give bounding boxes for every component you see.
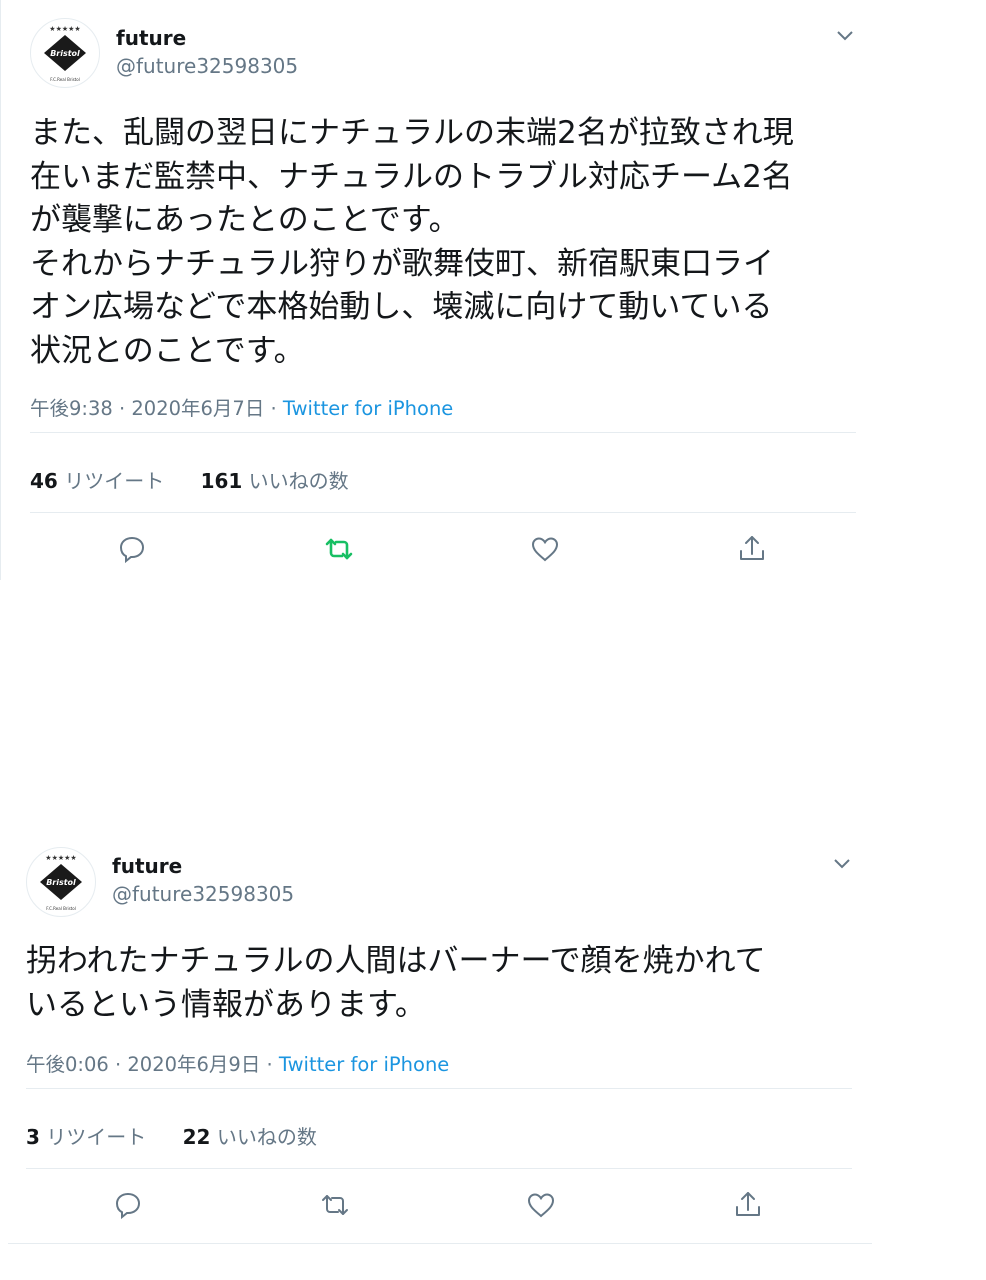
tweet-text: 拐われたナチュラルの人間はバーナーで顔を焼かれて いるという情報があります。 — [26, 943, 766, 1023]
tweet-text: また、乱闘の翌日にナチュラルの末端2名が拉致され現 在いまだ監禁中、ナチュラルの… — [30, 115, 794, 369]
retweet-icon[interactable] — [323, 533, 355, 565]
tweet-stats: 46 リツイート 161 いいねの数 — [30, 465, 379, 494]
avatar[interactable]: ★★★★★ Bristol F.C.Real Bristol — [26, 847, 96, 917]
retweet-count[interactable]: 3 リツイート — [26, 1121, 146, 1150]
tweet-card: ★★★★★ Bristol F.C.Real Bristol future @f… — [0, 0, 881, 580]
author-name[interactable]: future — [112, 854, 182, 878]
divider — [8, 1243, 872, 1244]
divider — [26, 1168, 852, 1169]
avatar[interactable]: ★★★★★ Bristol F.C.Real Bristol — [30, 18, 100, 88]
divider — [30, 432, 856, 433]
reply-icon[interactable] — [116, 533, 148, 565]
chevron-down-icon[interactable] — [829, 850, 855, 876]
tweet-meta: 午後9:38 · 2020年6月7日 · Twitter for iPhone — [30, 392, 453, 421]
tweet-timestamp[interactable]: 午後9:38 · 2020年6月7日 · — [30, 397, 283, 420]
bristol-logo-icon: ★★★★★ Bristol F.C.Real Bristol — [44, 25, 86, 82]
author-handle[interactable]: @future32598305 — [112, 882, 294, 906]
retweet-count[interactable]: 46 リツイート — [30, 465, 164, 494]
share-icon[interactable] — [732, 1189, 764, 1221]
tweet-source-link[interactable]: Twitter for iPhone — [279, 1053, 449, 1076]
tweet-stats: 3 リツイート 22 いいねの数 — [26, 1121, 347, 1150]
share-icon[interactable] — [736, 533, 768, 565]
bristol-logo-icon: ★★★★★ Bristol F.C.Real Bristol — [40, 854, 82, 911]
chevron-down-icon[interactable] — [832, 22, 858, 48]
reply-icon[interactable] — [112, 1189, 144, 1221]
retweet-icon[interactable] — [319, 1189, 351, 1221]
divider — [30, 512, 856, 513]
like-count[interactable]: 22 いいねの数 — [183, 1121, 317, 1150]
author-handle[interactable]: @future32598305 — [116, 54, 298, 78]
author-name[interactable]: future — [116, 26, 186, 50]
svg-text:Bristol: Bristol — [46, 878, 76, 887]
divider — [26, 1088, 852, 1089]
like-icon[interactable] — [525, 1189, 557, 1221]
svg-text:F.C.Real Bristol: F.C.Real Bristol — [50, 77, 80, 82]
tweet-timestamp[interactable]: 午後0:06 · 2020年6月9日 · — [26, 1053, 279, 1076]
svg-text:Bristol: Bristol — [50, 49, 80, 58]
like-count[interactable]: 161 いいねの数 — [201, 465, 349, 494]
svg-text:F.C.Real Bristol: F.C.Real Bristol — [46, 906, 76, 911]
tweet-card: ★★★★★ Bristol F.C.Real Bristol future @f… — [0, 830, 880, 1245]
tweet-source-link[interactable]: Twitter for iPhone — [283, 397, 453, 420]
like-icon[interactable] — [529, 533, 561, 565]
tweet-meta: 午後0:06 · 2020年6月9日 · Twitter for iPhone — [26, 1048, 449, 1077]
svg-text:★★★★★: ★★★★★ — [49, 25, 80, 33]
svg-text:★★★★★: ★★★★★ — [45, 854, 76, 862]
